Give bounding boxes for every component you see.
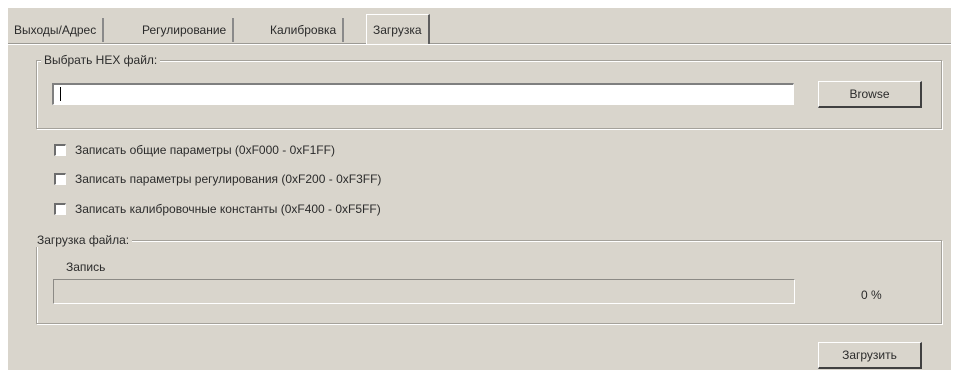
tab-outputs-address[interactable]: Выходы/Адрес bbox=[8, 18, 105, 42]
tab-upload[interactable]: Загрузка bbox=[366, 14, 430, 44]
hex-file-path-input[interactable] bbox=[52, 83, 794, 105]
option-label: Записать общие параметры (0xF000 - 0xF1F… bbox=[75, 143, 335, 157]
upload-settings-window: Выходы/Адрес Регулирование Калибровка За… bbox=[8, 8, 951, 370]
option-label: Записать параметры регулирования (0xF200… bbox=[75, 172, 382, 186]
hex-file-group-label: Выбрать HEX файл: bbox=[41, 53, 161, 67]
text-caret bbox=[60, 87, 61, 101]
upload-percent-text: 0 % bbox=[861, 288, 882, 302]
checkbox[interactable] bbox=[54, 173, 66, 185]
upload-status-text: Запись bbox=[66, 260, 106, 274]
option-write-general-params[interactable]: Записать общие параметры (0xF000 - 0xF1F… bbox=[54, 142, 335, 158]
tab-calibration[interactable]: Калибровка bbox=[264, 18, 345, 42]
upload-progress-bar bbox=[53, 279, 795, 304]
option-write-calibration-constants[interactable]: Записать калибровочные константы (0xF400… bbox=[54, 201, 381, 217]
option-label: Записать калибровочные константы (0xF400… bbox=[75, 202, 381, 216]
tab-regulation[interactable]: Регулирование bbox=[136, 18, 235, 42]
upload-group-label: Загрузка файла: bbox=[34, 233, 133, 247]
checkbox[interactable] bbox=[54, 144, 66, 156]
browse-button[interactable]: Browse bbox=[818, 81, 922, 108]
checkbox[interactable] bbox=[54, 203, 66, 215]
tab-strip-line bbox=[8, 44, 951, 45]
option-write-regulation-params[interactable]: Записать параметры регулирования (0xF200… bbox=[54, 171, 381, 187]
upload-button[interactable]: Загрузить bbox=[818, 342, 922, 369]
